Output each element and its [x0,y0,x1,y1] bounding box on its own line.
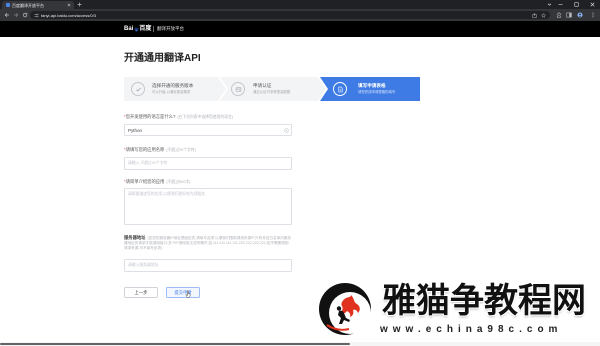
close-window-icon[interactable] [590,2,595,7]
hand-pointer-cursor-icon [185,290,192,298]
step-title: 申请认证 [253,83,272,88]
language-hint: (在下拉列表中选择您使用的语言) [177,115,234,119]
back-icon[interactable] [4,12,10,18]
logo-cn-text: 百度 [139,26,152,32]
new-tab-button[interactable] [77,2,82,7]
extensions-icon[interactable] [556,12,562,18]
edit-form-icon [333,82,347,96]
browser-toolbar: fanyi-api.baidu.com/access/0/3 [0,9,600,21]
watermark-title: 雅猫争教程网 [382,282,586,320]
header-divider [153,26,154,32]
site-header: Bai 百度 翻译开放平台 [0,21,600,37]
product-name[interactable]: 翻译开放平台 [157,25,184,33]
id-card-icon [231,82,245,96]
url-text[interactable]: fanyi-api.baidu.com/access/0/3 [41,13,96,18]
browser-tab-strip: 百度翻译开放平台 [0,0,600,9]
site-info-icon[interactable] [34,13,39,18]
language-label: *您开发使用的语言是什么? (在下拉列表中选择您使用的语言) [124,114,233,120]
previous-step-button[interactable]: 上一步 [124,287,158,298]
step-fill-form: 填写申请表格 请您完成申请表格的填写 [320,77,420,101]
horizontal-scrollbar-thumb[interactable] [0,343,350,345]
step-title: 填写申请表格 [358,83,386,88]
server-address-label-text: 服务器地址 [124,235,146,240]
watermark-url: www.echina98c.com [380,324,563,335]
step-desc: 通过认证可享受更高配额 [253,90,291,94]
bookmark-star-icon[interactable] [541,12,546,18]
server-address-input[interactable]: 请输入服务器地址 [124,259,292,272]
app-name-label-text: 请填写您的应用名称 [125,147,165,152]
more-menu-icon[interactable] [590,12,596,18]
share-icon[interactable] [532,12,537,18]
browser-tab[interactable]: 百度翻译开放平台 [2,1,74,9]
profile-avatar[interactable] [577,12,583,18]
app-intro-label: *请简单介绍您的应用 (不超过500字) [124,179,190,185]
app-name-input[interactable]: 请输入,不超过20个字符 [124,157,292,170]
reload-icon[interactable] [22,12,28,18]
app-name-label: *请填写您的应用名称 (不超过20个字符) [124,147,196,153]
maximize-icon[interactable] [574,2,579,7]
tab-search-icon[interactable] [547,2,552,7]
language-select[interactable]: Python [124,124,292,136]
horizontal-scrollbar[interactable] [0,342,600,346]
server-address-placeholder: 请输入服务器地址 [128,263,159,267]
language-select-value: Python [128,127,143,133]
step-title: 选择开通的服务版本 [152,83,194,88]
forward-icon[interactable] [13,12,19,18]
tab-title: 百度翻译开放平台 [12,2,44,8]
step-verification: 申请认证 通过认证可享受更高配额 [220,77,326,101]
minimize-icon[interactable] [558,2,563,7]
app-intro-label-text: 请简单介绍您的应用 [125,179,165,184]
language-label-text: 您开发使用的语言是什么? [125,114,176,119]
step-desc: 请您完成申请表格的填写 [358,90,396,94]
server-address-label: 服务器地址 (如您的服务器IP地址是固定的,请填写此项,以便我们限制调用来源IP,… [124,235,292,252]
logo-latin-text: Bai [124,26,134,32]
app-intro-hint: (不超过500字) [166,180,191,184]
sidebar-icon[interactable] [566,12,572,18]
submit-application-button[interactable]: 提交申请 [166,287,200,298]
address-bar[interactable]: fanyi-api.baidu.com/access/0/3 [30,11,550,19]
step-select-version: 选择开通的服务版本 可以升级,以满足更高需求 [124,77,226,101]
app-name-hint: (不超过20个字符) [166,148,196,152]
favicon-icon [6,3,10,7]
check-icon [131,82,145,96]
tab-close-icon[interactable] [67,3,71,7]
step-desc: 可以升级,以满足更高需求 [152,90,191,94]
server-address-hint: (如您的服务器IP地址是固定的,请填写此项,以便我们限制调用来源IP,只有来自白… [124,236,291,251]
watermark-logo-icon [317,281,373,337]
app-name-placeholder: 请输入,不超过20个字符 [128,161,168,165]
baidu-logo[interactable]: Bai 百度 [124,25,151,33]
clear-selection-icon[interactable] [284,127,289,133]
baidu-paw-icon [134,27,139,32]
app-intro-textarea[interactable]: 请简要描述您的应用,以便我们更好地为您服务 [124,188,292,225]
app-intro-placeholder: 请简要描述您的应用,以便我们更好地为您服务 [128,192,205,196]
page-title: 开通通用翻译API [124,53,201,64]
